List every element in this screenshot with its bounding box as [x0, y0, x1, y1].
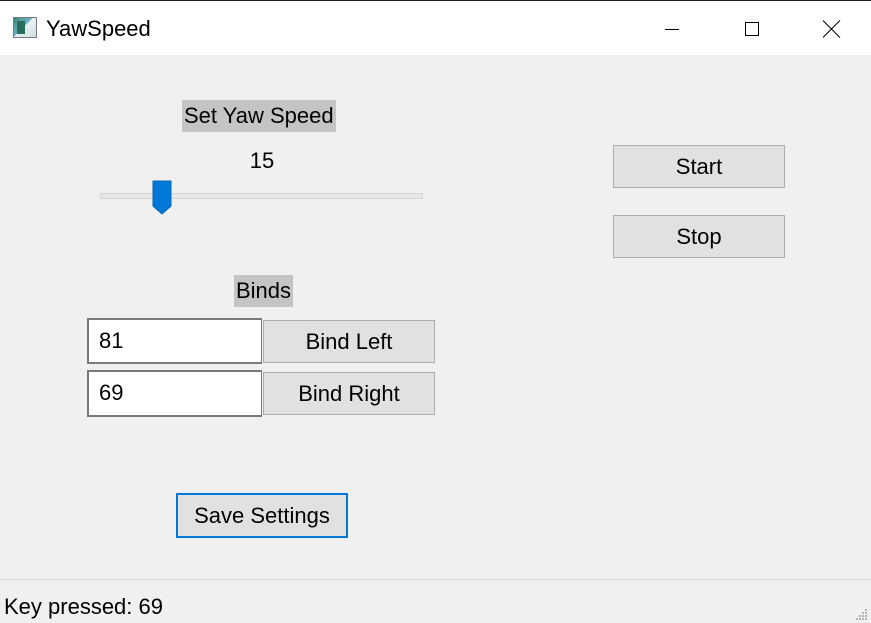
title-bar: YawSpeed [0, 0, 871, 55]
slider-thumb[interactable] [152, 180, 172, 216]
yaw-speed-value: 15 [249, 148, 275, 173]
minimize-icon [665, 29, 679, 30]
close-icon [823, 20, 841, 38]
slider-track[interactable] [100, 193, 423, 199]
stop-button[interactable]: Stop [613, 215, 785, 258]
close-button[interactable] [792, 1, 871, 56]
save-settings-button[interactable]: Save Settings [176, 493, 348, 538]
binds-label: Binds [234, 275, 294, 307]
bind-right-button[interactable]: Bind Right [263, 372, 435, 415]
bind-left-field[interactable]: 81 [87, 318, 262, 364]
yaw-speed-slider[interactable] [100, 180, 423, 216]
resize-grip-icon[interactable] [856, 608, 868, 620]
status-text: Key pressed: 69 [4, 594, 163, 619]
app-window-icon [13, 17, 37, 38]
maximize-icon [745, 21, 759, 36]
minimize-button[interactable] [632, 1, 712, 56]
bind-left-button[interactable]: Bind Left [263, 320, 435, 363]
bind-right-field[interactable]: 69 [87, 370, 262, 417]
maximize-button[interactable] [712, 1, 792, 56]
start-button[interactable]: Start [613, 145, 785, 188]
status-bar-divider [0, 579, 871, 580]
window-title: YawSpeed [46, 16, 151, 41]
yaw-speed-label: Set Yaw Speed [182, 100, 336, 132]
